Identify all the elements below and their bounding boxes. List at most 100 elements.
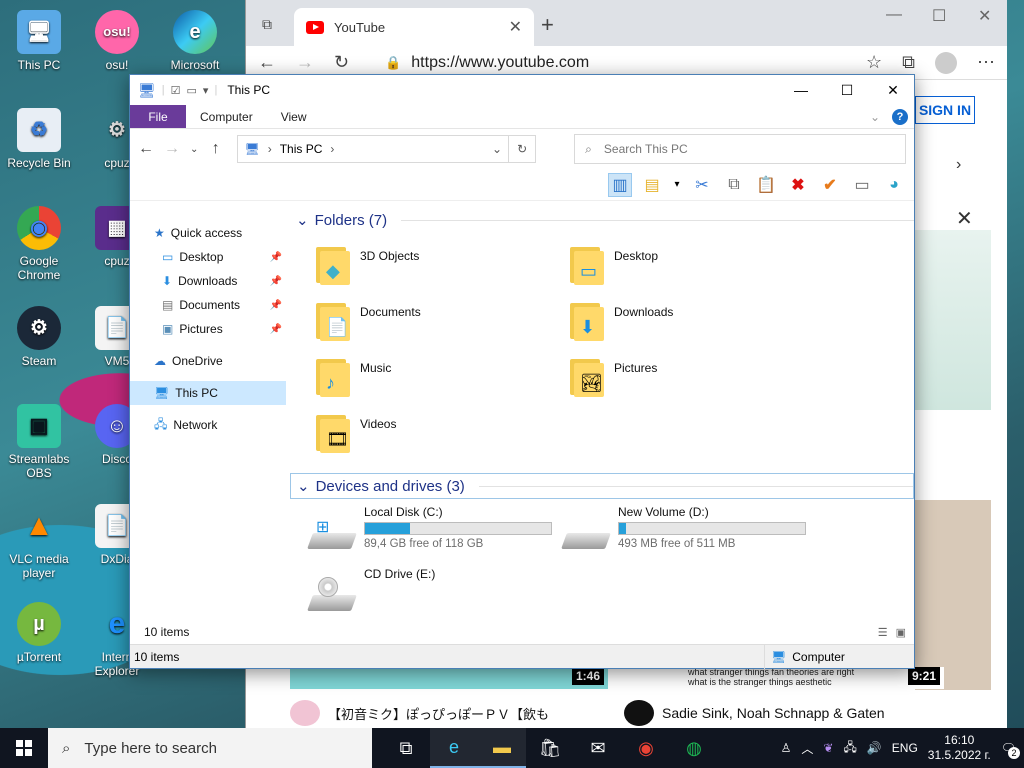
video-thumbnail-1[interactable] xyxy=(290,667,608,689)
tab-file[interactable]: File xyxy=(130,105,186,128)
drive-c[interactable]: ⊞ Local Disk (C:) 89,4 GB free of 118 GB xyxy=(307,505,560,561)
chevron-down-icon[interactable]: ▾ xyxy=(672,173,682,197)
folder-music[interactable]: ♪ Music xyxy=(312,353,552,405)
tab-view[interactable]: View xyxy=(267,105,321,128)
desktop-icon-recycle-bin[interactable]: ♻ Recycle Bin xyxy=(4,108,74,170)
folder-3d-objects[interactable]: ◆ 3D Objects xyxy=(312,241,552,293)
back-icon[interactable]: ← xyxy=(138,140,154,158)
desktop-icon-vlc[interactable]: ▲ VLC media player xyxy=(4,504,74,581)
devices-group-header[interactable]: ⌄ Devices and drives (3) xyxy=(290,473,914,499)
start-button[interactable] xyxy=(0,728,48,768)
paste-icon[interactable]: 📋 xyxy=(754,173,778,197)
chevron-down-icon[interactable]: ▾ xyxy=(203,84,209,97)
more-menu-icon[interactable]: ⋯ xyxy=(977,52,995,73)
video-thumbnail-2[interactable]: what stranger things fan theories are ri… xyxy=(624,667,944,689)
close-tab-icon[interactable]: ✕ xyxy=(509,17,522,37)
desktop-icon-streamlabs[interactable]: ▣ Streamlabs OBS xyxy=(4,404,74,480)
video-thumbnail-right[interactable] xyxy=(915,500,991,690)
chrome-taskbar-icon[interactable]: ◉ xyxy=(622,728,670,768)
sidebar-item-this-pc[interactable]: 🖥 This PC xyxy=(130,381,286,405)
desktop-icon-steam[interactable]: ⚙ Steam xyxy=(4,306,74,368)
up-icon[interactable]: ↑ xyxy=(208,140,223,158)
close-banner-icon[interactable]: ✕ xyxy=(956,206,973,231)
sidebar-item-downloads[interactable]: ⬇ Downloads 📌 xyxy=(130,269,286,293)
chevron-right-icon[interactable]: › xyxy=(956,156,961,174)
folder-desktop[interactable]: ▭ Desktop xyxy=(566,241,806,293)
feather-icon[interactable]: ❦ xyxy=(823,741,833,755)
properties-icon[interactable]: ☑ xyxy=(171,84,181,97)
favorites-icon[interactable]: ☆ xyxy=(866,52,882,73)
globe-icon[interactable]: ◕ xyxy=(882,173,906,197)
video-title-row-2[interactable]: Sadie Sink, Noah Schnapp & Gaten xyxy=(624,700,924,726)
people-icon[interactable]: ♙ xyxy=(781,741,792,755)
notifications-icon[interactable]: 🗨 2 xyxy=(1001,741,1020,759)
chevron-up-icon[interactable]: ︿ xyxy=(801,740,813,757)
sidebar-item-documents[interactable]: ▤ Documents 📌 xyxy=(130,293,286,317)
large-icons-view-icon[interactable]: ▣ xyxy=(896,626,906,639)
drive-d[interactable]: New Volume (D:) 493 MB free of 511 MB xyxy=(561,505,814,561)
cut-icon[interactable]: ✂ xyxy=(690,173,714,197)
expand-ribbon-icon[interactable]: ⌄ xyxy=(870,110,880,124)
breadcrumb-separator-icon[interactable]: › xyxy=(330,142,334,156)
spotify-icon[interactable]: ◍ xyxy=(670,728,718,768)
edge-taskbar-icon[interactable]: e xyxy=(430,728,478,768)
tab-youtube[interactable]: YouTube ✕ xyxy=(294,8,534,46)
language-indicator[interactable]: ENG xyxy=(892,741,918,755)
maximize-icon[interactable]: ☐ xyxy=(824,75,870,105)
breadcrumb-this-pc[interactable]: This PC xyxy=(280,142,323,156)
new-tab-button[interactable]: + xyxy=(541,12,554,38)
checkmark-icon[interactable]: ✔ xyxy=(818,173,842,197)
sidebar-item-desktop[interactable]: ▭ Desktop 📌 xyxy=(130,245,286,269)
new-item-icon[interactable]: ▤ xyxy=(640,173,664,197)
task-view-icon[interactable]: ⧉ xyxy=(382,728,430,768)
new-folder-icon[interactable]: ▭ xyxy=(187,84,197,97)
volume-icon[interactable]: 🔊 xyxy=(867,741,882,755)
desktop-icon-edge[interactable]: e Microsoft xyxy=(160,10,230,72)
refresh-button[interactable]: ↻ xyxy=(509,135,537,163)
close-icon[interactable]: ✕ xyxy=(870,75,916,105)
folders-group-header[interactable]: ⌄ Folders (7) xyxy=(290,207,914,233)
collections-icon[interactable]: ⧉ xyxy=(902,52,915,73)
back-icon[interactable]: ← xyxy=(258,52,276,73)
taskbar-search[interactable]: ⌕ Type here to search xyxy=(48,728,372,768)
profile-avatar[interactable] xyxy=(935,51,957,74)
folder-videos[interactable]: 🎞 Videos xyxy=(312,409,552,461)
sidebar-item-onedrive[interactable]: ☁ OneDrive xyxy=(130,349,286,373)
folder-downloads[interactable]: ⬇ Downloads xyxy=(566,297,806,349)
address-bar[interactable]: 🖥 › This PC › ⌄ xyxy=(237,135,510,163)
folder-documents[interactable]: 📄 Documents xyxy=(312,297,552,349)
tab-actions-icon[interactable]: ⧉ xyxy=(262,16,272,33)
mail-icon[interactable]: ✉ xyxy=(574,728,622,768)
address-bar[interactable]: 🔒 https://www.youtube.com xyxy=(385,54,725,72)
video-title-row-1[interactable]: 【初音ミク】ぽっぴっぽーＰＶ【飲も xyxy=(290,700,608,726)
desktop-icon-chrome[interactable]: ◉ Google Chrome xyxy=(4,206,74,282)
sidebar-item-pictures[interactable]: ▣ Pictures 📌 xyxy=(130,317,286,341)
minimize-icon[interactable]: — xyxy=(778,75,824,105)
help-icon[interactable]: ? xyxy=(892,108,908,125)
forward-icon[interactable]: → xyxy=(296,52,314,73)
desktop-icon-utorrent[interactable]: µ µTorrent xyxy=(4,602,74,664)
recent-locations-icon[interactable]: ⌄ xyxy=(190,144,198,155)
search-box[interactable]: ⌕ Search This PC xyxy=(574,134,906,164)
clock[interactable]: 16:10 31.5.2022 г. xyxy=(928,733,991,763)
desktop-icon-osu[interactable]: osu! osu! xyxy=(82,10,152,72)
sign-in-button[interactable]: SIGN IN xyxy=(915,96,975,124)
delete-icon[interactable]: ✖ xyxy=(786,173,810,197)
close-icon[interactable]: ✕ xyxy=(978,6,991,26)
file-explorer-taskbar-icon[interactable]: ▬ xyxy=(478,728,526,768)
maximize-icon[interactable]: ☐ xyxy=(932,6,946,26)
copy-icon[interactable]: ⧉ xyxy=(722,173,746,197)
forward-icon[interactable]: → xyxy=(164,140,180,158)
tab-computer[interactable]: Computer xyxy=(186,105,267,128)
preview-pane-icon[interactable]: ▥ xyxy=(608,172,632,197)
network-icon[interactable]: 🖧 xyxy=(843,738,856,759)
chevron-down-icon[interactable]: ⌄ xyxy=(492,142,502,156)
details-view-icon[interactable]: ☰ xyxy=(878,626,888,639)
drive-e[interactable]: CD Drive (E:) xyxy=(307,567,560,623)
sidebar-item-quick-access[interactable]: ★ Quick access xyxy=(130,221,286,245)
rename-icon[interactable]: ▭ xyxy=(850,173,874,197)
sidebar-item-network[interactable]: 🖧 Network xyxy=(130,413,286,437)
refresh-icon[interactable]: ↻ xyxy=(334,52,349,73)
folder-pictures[interactable]: 🏞 Pictures xyxy=(566,353,806,405)
desktop-icon-this-pc[interactable]: 🖥 This PC xyxy=(4,10,74,72)
